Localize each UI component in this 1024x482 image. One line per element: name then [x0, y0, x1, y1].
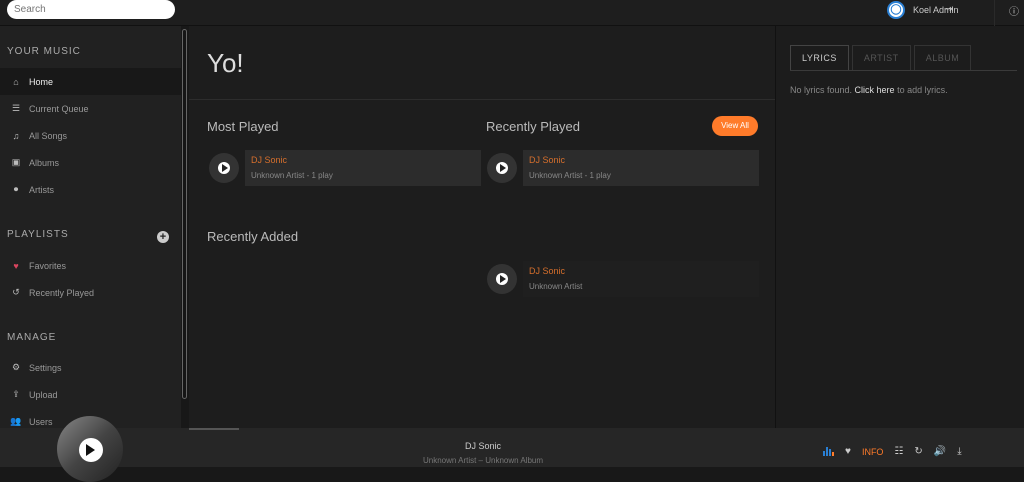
gear-icon: ⚙	[11, 362, 21, 372]
music-note-icon: ♫	[12, 130, 20, 141]
avatar[interactable]: ◯	[887, 0, 905, 19]
play-icon[interactable]	[209, 153, 239, 183]
sidebar-item-artists[interactable]: ⏺ Artists	[0, 176, 181, 203]
song-meta[interactable]: DJ Sonic Unknown Artist - 1 play	[245, 150, 481, 186]
song-title: DJ Sonic	[529, 155, 566, 165]
lyrics-message-prefix: No lyrics found.	[790, 85, 853, 95]
tab-lyrics[interactable]: LYRICS	[790, 45, 849, 70]
song-title: DJ Sonic	[251, 155, 288, 165]
sidebar-item-label: Favorites	[29, 260, 67, 271]
like-icon[interactable]: ♥	[845, 446, 851, 457]
song-meta[interactable]: DJ Sonic Unknown Artist	[523, 261, 759, 297]
sidebar-item-label: All Songs	[29, 130, 68, 141]
album-icon: ▣	[11, 157, 21, 167]
progress-bar[interactable]	[189, 428, 239, 430]
heart-icon: ♥	[13, 260, 19, 271]
section-title-your-music: YOUR MUSIC	[7, 46, 81, 57]
section-title-manage: MANAGE	[7, 332, 57, 343]
list-icon: ☰	[11, 103, 21, 113]
tab-artist[interactable]: ARTIST	[851, 45, 911, 70]
recently-added-title: Recently Added	[207, 229, 299, 244]
now-playing-title: DJ Sonic	[464, 441, 501, 451]
section-title-playlists: PLAYLISTS	[7, 229, 69, 240]
home-icon: ⌂	[13, 76, 19, 87]
add-lyrics-link[interactable]: Click here	[855, 85, 895, 95]
play-icon[interactable]	[487, 264, 517, 294]
sidebar-item-all-songs[interactable]: ♫ All Songs	[0, 122, 181, 149]
song-item[interactable]: DJ Sonic Unknown Artist	[487, 261, 759, 297]
page-title: Yo!	[207, 48, 244, 78]
sidebar: YOUR MUSIC ⌂ Home ☰ Current Queue ♫ All …	[0, 26, 181, 428]
logout-icon[interactable]: ⇥	[945, 4, 953, 15]
lyrics-message: No lyrics found. Click here to add lyric…	[790, 85, 948, 95]
song-subtitle: Unknown Artist - 1 play	[251, 171, 333, 180]
song-item[interactable]: DJ Sonic Unknown Artist - 1 play	[487, 150, 759, 186]
sidebar-item-label: Home	[29, 76, 54, 87]
search-input[interactable]	[7, 0, 175, 19]
sidebar-item-label: Upload	[29, 389, 58, 400]
users-icon: 👥	[10, 416, 22, 426]
extra-panel: LYRICS ARTIST ALBUM No lyrics found. Cli…	[775, 26, 1024, 428]
sidebar-scrollbar[interactable]	[182, 29, 187, 399]
equalizer-bars-icon	[823, 447, 834, 456]
song-subtitle: Unknown Artist - 1 play	[529, 171, 611, 180]
sidebar-item-label: Users	[29, 416, 53, 427]
upload-icon: ⇪	[12, 389, 20, 399]
divider	[790, 70, 1017, 71]
song-title: DJ Sonic	[529, 266, 566, 276]
sidebar-item-settings[interactable]: ⚙ Settings	[0, 354, 181, 381]
play-icon[interactable]	[487, 153, 517, 183]
sidebar-item-label: Recently Played	[29, 287, 95, 298]
player-controls: ♥ INFO ☷ ↻ 🔊 ⤓	[823, 446, 962, 457]
extra-tabs: LYRICS ARTIST ALBUM	[790, 45, 974, 70]
now-playing-subtitle: Unknown Artist – Unknown Album	[422, 456, 544, 465]
download-icon[interactable]: ⤓	[957, 446, 961, 457]
sidebar-item-label: Albums	[29, 157, 60, 168]
song-meta[interactable]: DJ Sonic Unknown Artist - 1 play	[523, 150, 759, 186]
sidebar-item-upload[interactable]: ⇪ Upload	[0, 381, 181, 408]
top-bar: ◯ Koel Admin ⇥ ⓘ	[0, 0, 1024, 26]
info-icon[interactable]: ⓘ	[1009, 3, 1019, 18]
microphone-icon: ⏺	[13, 184, 19, 194]
add-playlist-button[interactable]: +	[157, 231, 169, 243]
sidebar-item-albums[interactable]: ▣ Albums	[0, 149, 181, 176]
main-content: Yo! Most Played Recently Played View All…	[189, 26, 775, 428]
sidebar-item-home[interactable]: ⌂ Home	[0, 68, 181, 95]
lyrics-message-suffix: to add lyrics.	[897, 85, 948, 95]
sidebar-item-current-queue[interactable]: ☰ Current Queue	[0, 95, 181, 122]
song-subtitle: Unknown Artist	[529, 282, 583, 291]
view-all-button[interactable]: View All	[712, 116, 758, 136]
history-icon: ↺	[12, 287, 20, 297]
sidebar-item-label: Artists	[29, 184, 55, 195]
equalizer-icon[interactable]: ☷	[894, 446, 903, 457]
sidebar-item-recently-played[interactable]: ↺ Recently Played	[0, 279, 181, 306]
divider	[994, 0, 995, 26]
sidebar-item-label: Settings	[29, 362, 62, 373]
most-played-title: Most Played	[207, 119, 279, 134]
info-button[interactable]: INFO	[862, 447, 884, 457]
sidebar-item-label: Current Queue	[29, 103, 89, 114]
divider	[189, 99, 775, 100]
repeat-icon[interactable]: ↻	[914, 446, 922, 457]
sidebar-item-favorites[interactable]: ♥ Favorites	[0, 252, 181, 279]
song-item[interactable]: DJ Sonic Unknown Artist - 1 play	[209, 150, 481, 186]
volume-icon[interactable]: 🔊	[934, 446, 946, 457]
tab-album[interactable]: ALBUM	[913, 45, 972, 70]
recently-played-title: Recently Played	[486, 119, 580, 134]
